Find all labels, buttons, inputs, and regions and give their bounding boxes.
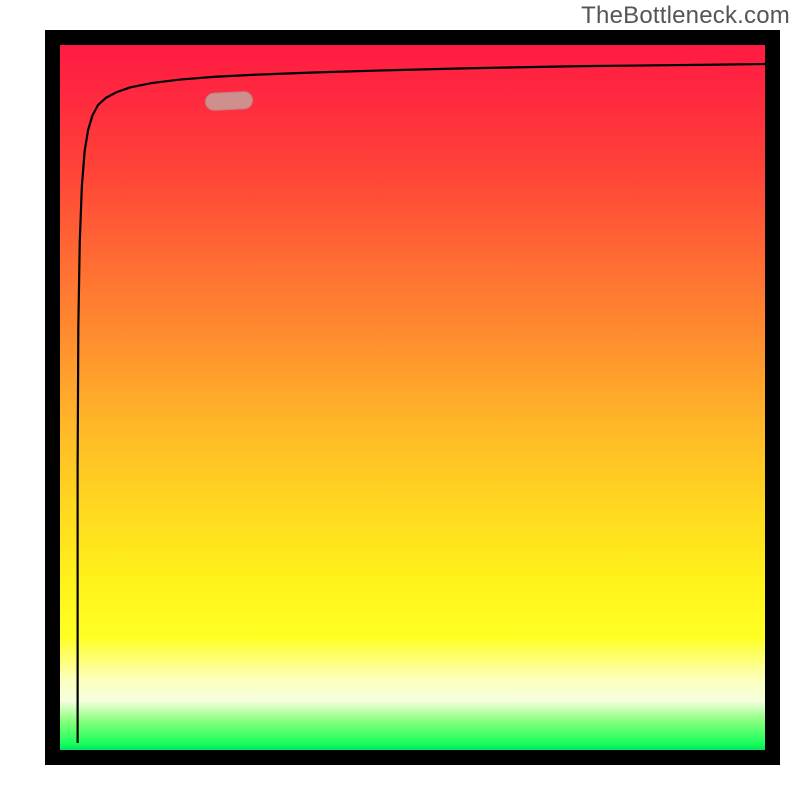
chart-container: TheBottleneck.com xyxy=(0,0,800,800)
plot-area xyxy=(60,45,765,750)
curve-path xyxy=(78,64,765,743)
curve-layer xyxy=(60,45,765,750)
plot-frame xyxy=(45,30,780,765)
watermark-text: TheBottleneck.com xyxy=(581,2,790,30)
pill-marker xyxy=(205,91,254,111)
